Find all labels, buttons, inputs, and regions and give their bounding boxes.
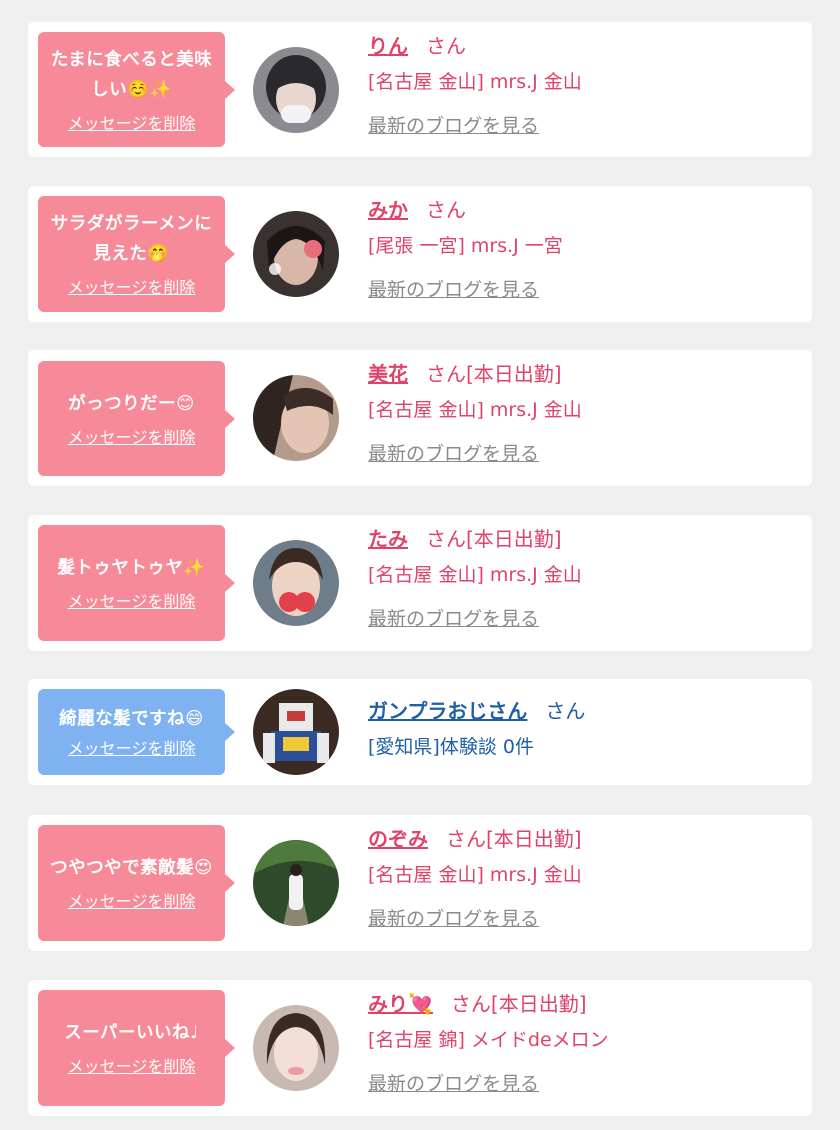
sender-name-link[interactable]: りん <box>368 34 408 58</box>
shop-info: [愛知県]体験談 0件 <box>368 736 534 758</box>
message-bubble: スーパーいいね♩ メッセージを削除 <box>38 990 235 1106</box>
message-text: 綺麗な髪ですね😄 <box>59 709 204 729</box>
sender-info: たみ さん[本日出勤] [名古屋 金山] mrs.J 金山 最新のブログを見る <box>368 525 798 633</box>
delete-message-link[interactable]: メッセージを削除 <box>68 113 196 135</box>
blog-link[interactable]: 最新のブログを見る <box>368 440 798 468</box>
avatar[interactable] <box>253 689 339 775</box>
shop-info: [名古屋 金山] mrs.J 金山 <box>368 864 582 886</box>
message-card: サラダがラーメンに見えた🤭 メッセージを削除 みか さん [尾張 一宮] mrs.… <box>28 186 812 322</box>
delete-message-link[interactable]: メッセージを削除 <box>68 1056 196 1078</box>
sender-name-link[interactable]: たみ <box>368 527 408 551</box>
message-card: がっつりだー😊 メッセージを削除 美花 さん[本日出勤] [名古屋 金山] mrs… <box>28 350 812 486</box>
message-card: 綺麗な髪ですね😄 メッセージを削除 ガンプラおじさん さん [愛知県]体験談 0件 <box>28 679 812 785</box>
blog-link[interactable]: 最新のブログを見る <box>368 605 798 633</box>
honorific: さん <box>426 527 466 551</box>
sender-name-link[interactable]: のぞみ <box>368 827 428 851</box>
avatar[interactable] <box>253 840 339 926</box>
delete-message-link[interactable]: メッセージを削除 <box>68 738 196 760</box>
delete-message-link[interactable]: メッセージを削除 <box>68 427 196 449</box>
blog-link[interactable]: 最新のブログを見る <box>368 905 798 933</box>
sender-name-link[interactable]: みか <box>368 198 408 222</box>
message-text: がっつりだー😊 <box>68 393 195 414</box>
honorific: さん <box>426 198 466 222</box>
sender-info: みか さん [尾張 一宮] mrs.J 一宮 最新のブログを見る <box>368 196 798 304</box>
blog-link[interactable]: 最新のブログを見る <box>368 112 798 140</box>
shop-info: [名古屋 錦] メイドdeメロン <box>368 1029 609 1051</box>
sender-info: りん さん [名古屋 金山] mrs.J 金山 最新のブログを見る <box>368 32 798 140</box>
message-card: つやつやで素敵髪😍 メッセージを削除 のぞみ さん[本日出勤] [名古屋 金山] … <box>28 815 812 951</box>
message-bubble: がっつりだー😊 メッセージを削除 <box>38 361 235 476</box>
status-badge: [本日出勤] <box>490 992 587 1016</box>
shop-info: [尾張 一宮] mrs.J 一宮 <box>368 235 563 257</box>
avatar[interactable] <box>253 211 339 297</box>
delete-message-link[interactable]: メッセージを削除 <box>68 277 196 299</box>
honorific: さん <box>426 34 466 58</box>
avatar[interactable] <box>253 47 339 133</box>
honorific: さん <box>426 362 466 386</box>
blog-link[interactable]: 最新のブログを見る <box>368 276 798 304</box>
status-badge: [本日出勤] <box>466 527 562 551</box>
message-bubble: つやつやで素敵髪😍 メッセージを削除 <box>38 825 235 941</box>
shop-info: [名古屋 金山] mrs.J 金山 <box>368 564 582 586</box>
avatar[interactable] <box>253 540 339 626</box>
message-card: スーパーいいね♩ メッセージを削除 みり💘 さん[本日出勤] [名古屋 錦] メイ… <box>28 980 812 1116</box>
shop-info: [名古屋 金山] mrs.J 金山 <box>368 71 582 93</box>
sender-info: 美花 さん[本日出勤] [名古屋 金山] mrs.J 金山 最新のブログを見る <box>368 360 798 468</box>
shop-info: [名古屋 金山] mrs.J 金山 <box>368 399 582 421</box>
honorific: さん <box>446 827 486 851</box>
status-badge: [本日出勤] <box>466 362 562 386</box>
message-text: 髪トゥヤトゥヤ✨ <box>57 558 206 578</box>
message-text: たまに食べると美味しい☺️✨ <box>50 49 213 100</box>
honorific: さん <box>450 992 491 1016</box>
sender-name-link[interactable]: みり💘 <box>368 992 433 1016</box>
message-bubble: 綺麗な髪ですね😄 メッセージを削除 <box>38 689 235 775</box>
message-text: サラダがラーメンに見えた🤭 <box>50 214 213 264</box>
sender-name-link[interactable]: ガンプラおじさん <box>368 699 527 723</box>
delete-message-link[interactable]: メッセージを削除 <box>68 891 196 913</box>
message-bubble: サラダがラーメンに見えた🤭 メッセージを削除 <box>38 196 235 312</box>
message-card: たまに食べると美味しい☺️✨ メッセージを削除 りん さん [名古屋 金山] mr… <box>28 22 812 157</box>
message-text: つやつやで素敵髪😍 <box>50 858 213 878</box>
honorific: さん <box>545 699 586 723</box>
sender-info: みり💘 さん[本日出勤] [名古屋 錦] メイドdeメロン 最新のブログを見る <box>368 990 798 1098</box>
avatar[interactable] <box>253 1005 339 1091</box>
message-text: スーパーいいね♩ <box>64 1023 199 1043</box>
sender-info: のぞみ さん[本日出勤] [名古屋 金山] mrs.J 金山 最新のブログを見る <box>368 825 798 933</box>
message-bubble: 髪トゥヤトゥヤ✨ メッセージを削除 <box>38 525 235 641</box>
delete-message-link[interactable]: メッセージを削除 <box>68 591 196 613</box>
message-list: たまに食べると美味しい☺️✨ メッセージを削除 りん さん [名古屋 金山] mr… <box>0 0 840 1130</box>
avatar[interactable] <box>253 375 339 461</box>
blog-link[interactable]: 最新のブログを見る <box>368 1070 798 1098</box>
sender-info: ガンプラおじさん さん [愛知県]体験談 0件 <box>368 697 798 761</box>
sender-name-link[interactable]: 美花 <box>368 362 408 386</box>
message-bubble: たまに食べると美味しい☺️✨ メッセージを削除 <box>38 32 235 147</box>
message-card: 髪トゥヤトゥヤ✨ メッセージを削除 たみ さん[本日出勤] [名古屋 金山] mr… <box>28 515 812 651</box>
status-badge: [本日出勤] <box>486 827 582 851</box>
